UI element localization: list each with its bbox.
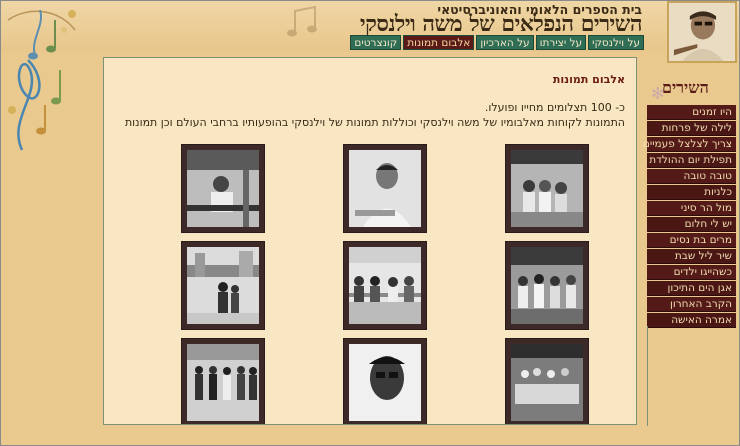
photo-thumbnail[interactable] — [181, 338, 265, 424]
treble-clef-decoration — [8, 59, 61, 151]
site-title[interactable]: השירים הנפלאים של משה וילנסקי — [360, 11, 643, 37]
sidebar-song-link[interactable]: טובה טובה — [647, 169, 736, 184]
songs-sidebar: היו זמנים לילה של פרחות צריך לצלצל פעמיים ת… — [643, 105, 736, 328]
photo-thumbnail[interactable] — [505, 338, 589, 424]
sidebar-song-link[interactable]: כלניות — [647, 185, 736, 200]
sidebar-song-link[interactable]: אגן הים התיכון — [647, 281, 736, 296]
nav-tab[interactable]: אלבום תמונות — [403, 35, 475, 50]
sidebar-song-link[interactable]: הקרב האחרון — [647, 297, 736, 312]
sidebar-song-link[interactable]: שיר ליל שבת — [647, 249, 736, 264]
album-description-line1: כ- 100 תצלומים מחייו ופועלו. — [484, 101, 625, 114]
sidebar-song-link[interactable]: כשהייגו ילדים — [647, 265, 736, 280]
flower-icon: ✻ — [651, 84, 665, 103]
photo-image — [187, 247, 259, 324]
top-navigation: על וילנסקי על יצירתו על הארכיון אלבום תמונו… — [350, 35, 644, 50]
sidebar-song-link[interactable]: צריך לצלצל פעמיים — [643, 137, 736, 152]
photo-thumbnail[interactable] — [181, 144, 265, 233]
photo-thumbnail[interactable] — [343, 144, 427, 233]
nav-tab[interactable]: על יצירתו — [535, 35, 587, 50]
photo-image — [511, 344, 583, 421]
photo-thumbnail[interactable] — [505, 241, 589, 330]
sidebar-song-link[interactable]: תפילת יום ההולדת — [647, 153, 736, 168]
nav-tab[interactable]: על וילנסקי — [588, 35, 644, 50]
photo-image — [349, 247, 421, 324]
sidebar-song-link[interactable]: מרים בת נסים — [647, 233, 736, 248]
photo-image — [187, 344, 259, 421]
photo-image — [511, 150, 583, 227]
photo-thumbnail[interactable] — [343, 241, 427, 330]
music-note-icon — [287, 5, 317, 37]
nav-tab[interactable]: קונצרטים — [350, 35, 402, 50]
nav-tab[interactable]: על הארכיון — [476, 35, 534, 50]
sidebar-title: השירים — [662, 78, 709, 97]
sidebar-song-link[interactable]: מול הר סיני — [647, 201, 736, 216]
photo-thumbnail[interactable] — [343, 338, 427, 424]
sidebar-song-link[interactable]: לילה של פרחות — [647, 121, 736, 136]
photo-image — [187, 150, 259, 227]
sidebar-strip — [647, 326, 736, 426]
page-title: אלבום תמונות — [552, 73, 625, 86]
header: בית הספרים הלאומי והאוניברסיטאי השירים ה… — [0, 0, 740, 63]
photo-image — [349, 150, 421, 227]
main-panel: אלבום תמונות כ- 100 תצלומים מחייו ופועלו… — [103, 57, 637, 425]
portrait-image[interactable] — [667, 1, 737, 63]
album-description-line2: התמונות לקוחות מאלבומיו של משה וילנסקי ו… — [124, 116, 625, 129]
photo-thumbnail[interactable] — [181, 241, 265, 330]
photo-thumbnail[interactable] — [505, 144, 589, 233]
sidebar-song-link[interactable]: היו זמנים — [647, 105, 736, 120]
photo-image — [349, 344, 421, 421]
photo-image — [511, 247, 583, 324]
sidebar-song-link[interactable]: יש לי חלום — [647, 217, 736, 232]
